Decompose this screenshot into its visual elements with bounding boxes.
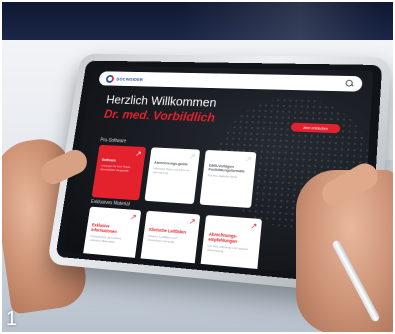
doctor-name: Dr. med. Vorbildlich: [103, 106, 216, 125]
card-title: DMS-Vorlagen Fortbildungsformate: [208, 163, 245, 174]
card-description: Hilfreiche Tipps und Infos zur Abrechnun…: [152, 166, 190, 175]
templates-card[interactable]: ↗ DMS-Vorlagen Fortbildungsformate Für I…: [199, 149, 257, 209]
card-title: Exklusive Informationen: [90, 222, 118, 235]
card-description: Für Ihre tägliche Arbeit: [207, 173, 238, 179]
arrow-up-right-icon: ↗: [244, 154, 253, 164]
card-title: Software: [101, 157, 117, 163]
arrow-up-right-icon: ↗: [188, 152, 197, 161]
arrow-up-right-icon: ↗: [129, 212, 138, 222]
billing-guide-card[interactable]: ↗ Abrechnungs-guide Hilfreiche Tipps und…: [144, 147, 201, 205]
software-card[interactable]: ↗ Software Lösungen für Ihre Praxis, übe…: [91, 144, 147, 201]
clinical-guides-card[interactable]: ↗ Klinische Leitfäden Wissen, Leitfäden …: [140, 210, 201, 268]
logo-icon: [105, 74, 115, 83]
card-description: Fachbeiträge und weitere exklusive Mater…: [89, 233, 122, 244]
photo-frame: DOCINSIDER Herzlich Willkommen Dr. med. …: [0, 0, 395, 334]
logo-text: DOCINSIDER: [116, 76, 144, 82]
card-description: Lösungen für Ihre Praxis, übersichtlich …: [100, 163, 132, 173]
card-description: Wissen, Leitfäden und Checklisten kompak…: [147, 233, 177, 244]
billing-recommendations-card[interactable]: ↗ Abrechnungs-empfehlungen Für eine effi…: [200, 215, 263, 274]
arrow-up-right-icon: ↗: [134, 149, 143, 159]
card-description: Für eine effiziente und sichere Abrechnu…: [206, 243, 249, 254]
search-icon[interactable]: [345, 80, 354, 88]
arrow-up-right-icon: ↗: [188, 216, 197, 227]
top-navigation: DOCINSIDER: [98, 71, 363, 92]
brand-logo[interactable]: DOCINSIDER: [105, 74, 144, 83]
exclusive-info-card[interactable]: ↗ Exklusive Informationen Fachbeiträge u…: [82, 206, 142, 262]
section-title-pro-software: Pro-Software: [99, 137, 127, 145]
figure-number: 1: [6, 308, 18, 330]
arrow-up-right-icon: ↗: [250, 221, 258, 232]
